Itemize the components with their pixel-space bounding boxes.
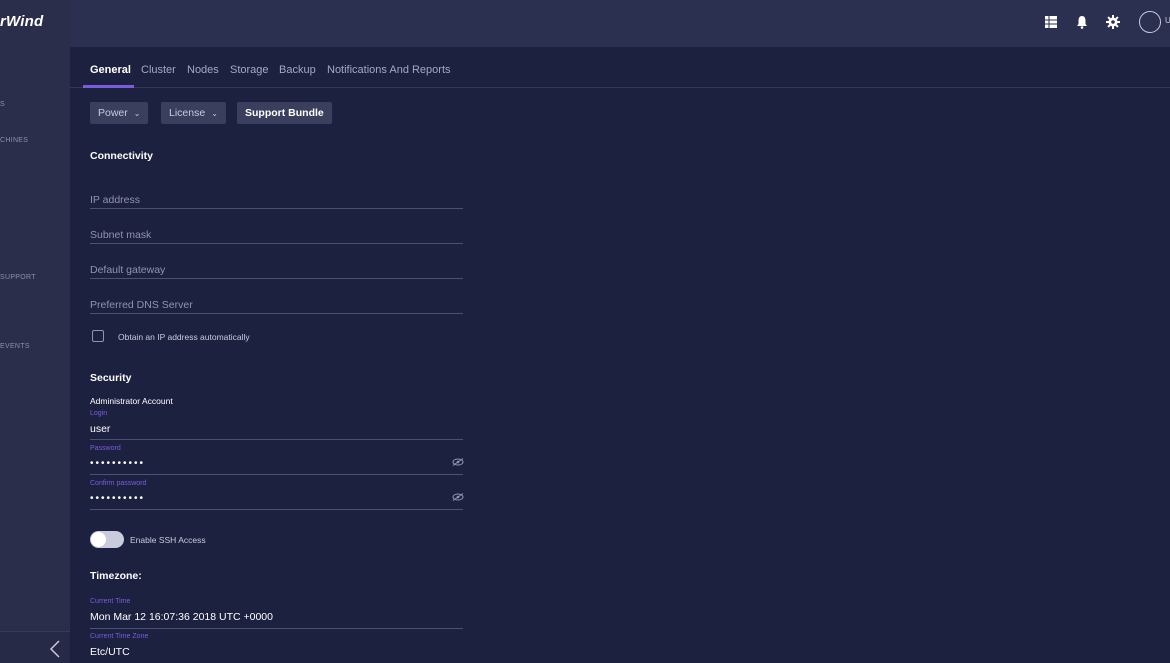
- dns-server-field[interactable]: Preferred DNS Server: [90, 299, 463, 314]
- active-tab-indicator: [83, 85, 134, 88]
- support-bundle-button[interactable]: Support Bundle: [237, 102, 332, 124]
- current-zone-value[interactable]: Etc/UTC: [90, 646, 130, 658]
- license-button[interactable]: License ⌄: [161, 102, 226, 124]
- current-time-underline: [90, 628, 463, 629]
- ip-address-field[interactable]: IP address: [90, 194, 463, 209]
- sidebar-item-1[interactable]: S: [0, 101, 5, 108]
- connectivity-title: Connectivity: [90, 150, 154, 162]
- confirm-password-value[interactable]: ••••••••••: [90, 493, 145, 504]
- sidebar: rWind S CHINES SUPPORT EVENTS: [0, 0, 70, 663]
- default-gateway-field[interactable]: Default gateway: [90, 264, 463, 279]
- chevron-left-icon[interactable]: [48, 640, 62, 658]
- login-label: Login: [90, 410, 108, 417]
- current-time-value: Mon Mar 12 16:07:36 2018 UTC +0000: [90, 611, 273, 623]
- bell-icon[interactable]: [1074, 14, 1090, 30]
- license-label: License: [169, 107, 206, 119]
- sidebar-item-machines[interactable]: CHINES: [0, 137, 28, 144]
- tab-cluster[interactable]: Cluster: [141, 64, 176, 76]
- sidebar-footer: [0, 631, 70, 663]
- sidebar-item-events[interactable]: EVENTS: [0, 343, 30, 350]
- brand-logo: rWind: [0, 13, 44, 30]
- tab-nodes[interactable]: Nodes: [187, 64, 219, 76]
- ip-address-placeholder: IP address: [90, 194, 141, 206]
- tab-storage[interactable]: Storage: [230, 64, 269, 76]
- admin-account-label: Administrator Account: [90, 396, 173, 406]
- tab-backup[interactable]: Backup: [279, 64, 316, 76]
- chevron-down-icon: ⌄: [211, 108, 218, 118]
- top-header: [70, 0, 1170, 47]
- power-label: Power: [98, 107, 128, 119]
- password-value[interactable]: ••••••••••: [90, 458, 145, 469]
- confirm-password-underline: [90, 509, 463, 510]
- user-label[interactable]: U: [1165, 16, 1170, 25]
- ssh-toggle[interactable]: [90, 531, 124, 548]
- tab-bar: General Cluster Nodes Storage Backup Not…: [70, 47, 1170, 88]
- power-button[interactable]: Power ⌄: [90, 102, 149, 124]
- toggle-knob: [91, 532, 106, 547]
- subnet-mask-field[interactable]: Subnet mask: [90, 229, 463, 244]
- ssh-label: Enable SSH Access: [130, 535, 206, 545]
- current-zone-label: Current Time Zone: [90, 633, 149, 640]
- tab-general[interactable]: General: [90, 64, 131, 76]
- tab-notifications[interactable]: Notifications And Reports: [327, 64, 451, 76]
- login-value[interactable]: user: [90, 423, 110, 435]
- timezone-title: Timezone:: [90, 570, 142, 582]
- dns-server-placeholder: Preferred DNS Server: [90, 299, 193, 311]
- grid-icon[interactable]: [1043, 14, 1059, 30]
- eye-slash-icon[interactable]: [452, 458, 464, 466]
- default-gateway-placeholder: Default gateway: [90, 264, 166, 276]
- password-label: Password: [90, 445, 121, 452]
- avatar-icon[interactable]: [1139, 11, 1161, 33]
- sidebar-item-support[interactable]: SUPPORT: [0, 274, 36, 281]
- security-title: Security: [90, 372, 132, 384]
- password-underline: [90, 474, 463, 475]
- gear-icon[interactable]: [1105, 14, 1121, 30]
- login-underline: [90, 439, 463, 440]
- eye-slash-icon[interactable]: [452, 493, 464, 501]
- auto-ip-label: Obtain an IP address automatically: [118, 332, 250, 342]
- subnet-mask-placeholder: Subnet mask: [90, 229, 152, 241]
- chevron-down-icon: ⌄: [133, 108, 141, 118]
- confirm-password-label: Confirm password: [90, 480, 147, 487]
- current-time-label: Current Time: [90, 598, 131, 605]
- auto-ip-checkbox[interactable]: [92, 330, 104, 342]
